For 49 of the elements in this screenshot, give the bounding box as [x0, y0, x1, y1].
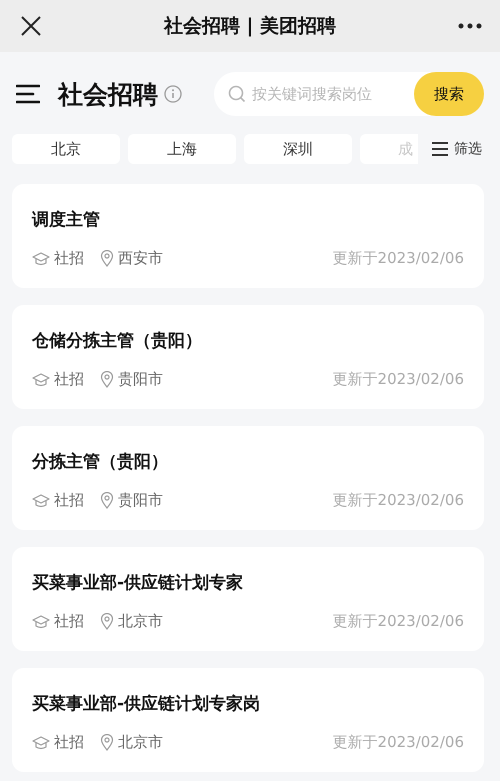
- search-icon: [228, 85, 246, 103]
- more-icon[interactable]: [458, 23, 482, 29]
- update-date: 更新于2023/02/06: [332, 612, 464, 631]
- job-title: 仓储分拣主管（贵阳）: [32, 330, 203, 353]
- job-type: 社招: [54, 491, 84, 510]
- job-title: 买菜事业部-供应链计划专家岗: [32, 693, 262, 716]
- location-pin-icon: [100, 492, 114, 509]
- city-tab[interactable]: 深圳: [244, 134, 352, 164]
- location-pin-icon: [100, 250, 114, 267]
- location-pin-icon: [100, 371, 114, 388]
- job-city: 北京市: [118, 612, 163, 631]
- window-title: 社会招聘 | 美团招聘: [164, 14, 336, 39]
- job-card[interactable]: 调度主管 社招 西安市 更新于2023/02/06: [12, 184, 484, 288]
- job-city: 贵阳市: [118, 370, 163, 389]
- job-card[interactable]: 分拣主管（贵阳） 社招 贵阳市 更新于2023/02/06: [12, 426, 484, 530]
- job-card[interactable]: 买菜事业部-供应链计划专家岗 社招 北京市 更新于2023/02/06: [12, 668, 484, 772]
- job-type: 社招: [54, 733, 84, 752]
- info-icon[interactable]: [164, 85, 182, 103]
- update-date: 更新于2023/02/06: [332, 370, 464, 389]
- city-tab[interactable]: 上海: [128, 134, 236, 164]
- job-card[interactable]: 仓储分拣主管（贵阳） 社招 贵阳市 更新于2023/02/06: [12, 305, 484, 409]
- graduation-cap-icon: [32, 736, 50, 750]
- menu-icon[interactable]: [16, 84, 40, 104]
- search-button[interactable]: 搜索: [414, 72, 484, 116]
- close-icon[interactable]: [20, 15, 42, 37]
- update-date: 更新于2023/02/06: [332, 491, 464, 510]
- job-city: 北京市: [118, 733, 163, 752]
- city-tab[interactable]: 北京: [12, 134, 120, 164]
- search-placeholder: 按关键词搜索岗位: [252, 84, 372, 104]
- filter-icon: [431, 141, 449, 157]
- update-date: 更新于2023/02/06: [332, 733, 464, 752]
- job-type: 社招: [54, 612, 84, 631]
- job-type: 社招: [54, 370, 84, 389]
- job-card[interactable]: 买菜事业部-供应链计划专家 社招 北京市 更新于2023/02/06: [12, 547, 484, 651]
- job-city: 西安市: [118, 249, 163, 268]
- location-pin-icon: [100, 734, 114, 751]
- page-title: 社会招聘: [58, 78, 158, 110]
- search-field[interactable]: 按关键词搜索岗位 搜索: [214, 72, 484, 116]
- graduation-cap-icon: [32, 252, 50, 266]
- graduation-cap-icon: [32, 372, 50, 386]
- job-title: 买菜事业部-供应链计划专家: [32, 572, 244, 595]
- update-date: 更新于2023/02/06: [332, 249, 464, 268]
- graduation-cap-icon: [32, 494, 50, 508]
- job-title: 调度主管: [32, 209, 101, 232]
- graduation-cap-icon: [32, 614, 50, 628]
- location-pin-icon: [100, 613, 114, 630]
- job-city: 贵阳市: [118, 491, 163, 510]
- job-title: 分拣主管（贵阳）: [32, 451, 169, 474]
- job-type: 社招: [54, 249, 84, 268]
